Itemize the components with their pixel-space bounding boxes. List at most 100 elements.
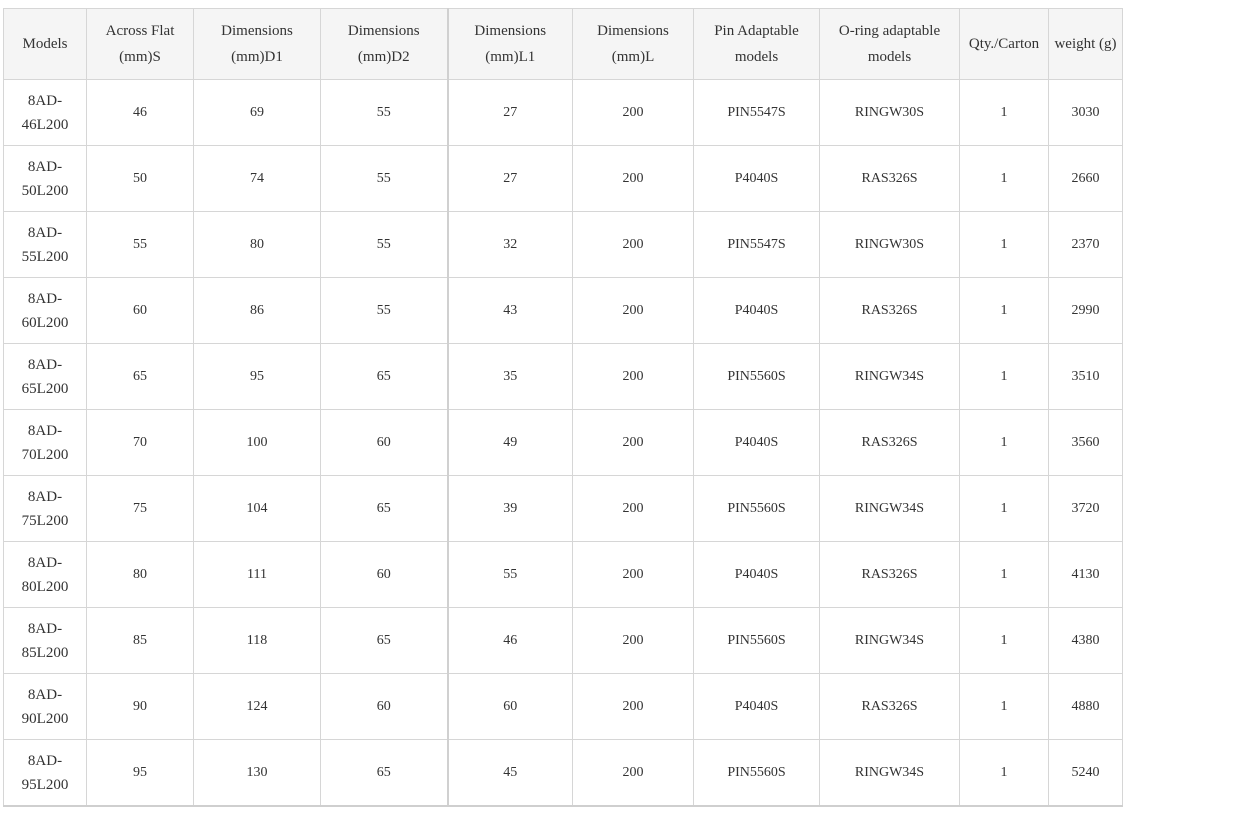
column-header-pin-adaptable-models: Pin Adaptable models <box>693 8 820 80</box>
table-cell-pin-adaptable-models: PIN5560S <box>693 739 820 807</box>
table-cell-pin-adaptable-models: PIN5547S <box>693 211 820 278</box>
table-cell-weight: 2660 <box>1048 145 1123 212</box>
table-cell-qty-carton: 1 <box>959 343 1049 410</box>
table-cell-qty-carton: 1 <box>959 145 1049 212</box>
table-cell-dimensions-l1: 49 <box>446 409 573 476</box>
table-cell-dimensions-d1: 86 <box>193 277 321 344</box>
table-row: 8AD-85L200 85 118 65 46 200 PIN5560S RINGW34S 1 4… <box>3 607 1123 674</box>
table-cell-dimensions-d2: 60 <box>320 409 448 476</box>
table-cell-dimensions-d1: 74 <box>193 145 321 212</box>
table-cell-dimensions-d2: 65 <box>320 607 448 674</box>
table-cell-o-ring-adaptable-models: RINGW30S <box>819 211 960 278</box>
table-cell-weight: 3030 <box>1048 79 1123 146</box>
table-cell-across-flat: 85 <box>86 607 194 674</box>
table-row: 8AD-70L200 70 100 60 49 200 P4040S RAS326S 1 3560 <box>3 409 1123 476</box>
table-cell-across-flat: 46 <box>86 79 194 146</box>
table-row: 8AD-55L200 55 80 55 32 200 PIN5547S RINGW30S 1 23… <box>3 211 1123 278</box>
table-cell-across-flat: 60 <box>86 277 194 344</box>
table-cell-models: 8AD-75L200 <box>3 475 87 542</box>
table-cell-across-flat: 55 <box>86 211 194 278</box>
table-cell-dimensions-l: 200 <box>572 277 694 344</box>
table-row: 8AD-50L200 50 74 55 27 200 P4040S RAS326S 1 2660 <box>3 145 1123 212</box>
table-cell-o-ring-adaptable-models: RAS326S <box>819 673 960 740</box>
table-cell-across-flat: 65 <box>86 343 194 410</box>
column-header-o-ring-adaptable-models: O-ring adaptable models <box>819 8 960 80</box>
table-cell-models: 8AD-46L200 <box>3 79 87 146</box>
table-cell-models: 8AD-65L200 <box>3 343 87 410</box>
table-row: 8AD-60L200 60 86 55 43 200 P4040S RAS326S 1 2990 <box>3 277 1123 344</box>
table-cell-dimensions-l: 200 <box>572 475 694 542</box>
table-cell-dimensions-l1: 43 <box>446 277 573 344</box>
table-row: 8AD-75L200 75 104 65 39 200 PIN5560S RINGW34S 1 3… <box>3 475 1123 542</box>
table-cell-models: 8AD-70L200 <box>3 409 87 476</box>
table-cell-o-ring-adaptable-models: RINGW34S <box>819 739 960 807</box>
header-row: Models Across Flat (mm)S Dimensions (mm)D1… <box>3 8 1123 80</box>
table-cell-pin-adaptable-models: P4040S <box>693 145 820 212</box>
table-cell-o-ring-adaptable-models: RAS326S <box>819 541 960 608</box>
table-row: 8AD-80L200 80 111 60 55 200 P4040S RAS326S 1 4130 <box>3 541 1123 608</box>
table-cell-dimensions-l: 200 <box>572 211 694 278</box>
table-cell-dimensions-l1: 39 <box>446 475 573 542</box>
table-cell-dimensions-l: 200 <box>572 145 694 212</box>
table-cell-weight: 4880 <box>1048 673 1123 740</box>
table-cell-models: 8AD-50L200 <box>3 145 87 212</box>
table-cell-across-flat: 50 <box>86 145 194 212</box>
table-cell-weight: 2990 <box>1048 277 1123 344</box>
table-cell-qty-carton: 1 <box>959 673 1049 740</box>
table-cell-dimensions-d1: 111 <box>193 541 321 608</box>
table-cell-pin-adaptable-models: P4040S <box>693 409 820 476</box>
table-cell-weight: 3510 <box>1048 343 1123 410</box>
table-cell-dimensions-d2: 65 <box>320 739 448 807</box>
table-row: 8AD-65L200 65 95 65 35 200 PIN5560S RINGW34S 1 35… <box>3 343 1123 410</box>
table-cell-pin-adaptable-models: PIN5560S <box>693 343 820 410</box>
table-cell-o-ring-adaptable-models: RINGW30S <box>819 79 960 146</box>
table-cell-dimensions-d1: 104 <box>193 475 321 542</box>
table-cell-o-ring-adaptable-models: RAS326S <box>819 277 960 344</box>
table-body: 8AD-46L200 46 69 55 27 200 PIN5547S RINGW30S 1 30… <box>3 79 1123 807</box>
table-header: Models Across Flat (mm)S Dimensions (mm)D1… <box>3 8 1123 80</box>
table-row: 8AD-90L200 90 124 60 60 200 P4040S RAS326S 1 4880 <box>3 673 1123 740</box>
table-cell-dimensions-l1: 35 <box>446 343 573 410</box>
table-cell-pin-adaptable-models: PIN5560S <box>693 607 820 674</box>
column-header-dimensions-l: Dimensions (mm)L <box>572 8 694 80</box>
table-cell-dimensions-d2: 55 <box>320 145 448 212</box>
table-cell-dimensions-d2: 55 <box>320 79 448 146</box>
table-cell-weight: 4130 <box>1048 541 1123 608</box>
table-cell-dimensions-l1: 46 <box>446 607 573 674</box>
table-cell-weight: 5240 <box>1048 739 1123 807</box>
table-cell-qty-carton: 1 <box>959 475 1049 542</box>
table-cell-o-ring-adaptable-models: RINGW34S <box>819 607 960 674</box>
column-header-models: Models <box>3 8 87 80</box>
column-header-dimensions-l1: Dimensions (mm)L1 <box>446 8 573 80</box>
table-cell-qty-carton: 1 <box>959 79 1049 146</box>
table-cell-o-ring-adaptable-models: RAS326S <box>819 145 960 212</box>
column-header-qty-carton: Qty./Carton <box>959 8 1049 80</box>
table-cell-o-ring-adaptable-models: RINGW34S <box>819 475 960 542</box>
table-cell-weight: 3720 <box>1048 475 1123 542</box>
table-cell-dimensions-d1: 124 <box>193 673 321 740</box>
table-cell-o-ring-adaptable-models: RINGW34S <box>819 343 960 410</box>
table-cell-across-flat: 95 <box>86 739 194 807</box>
table-cell-qty-carton: 1 <box>959 739 1049 807</box>
table-cell-across-flat: 75 <box>86 475 194 542</box>
table-cell-dimensions-l: 200 <box>572 673 694 740</box>
table-row: 8AD-95L200 95 130 65 45 200 PIN5560S RINGW34S 1 5… <box>3 739 1123 807</box>
table-cell-weight: 3560 <box>1048 409 1123 476</box>
table-cell-pin-adaptable-models: P4040S <box>693 673 820 740</box>
spec-table-container: Models Across Flat (mm)S Dimensions (mm)D1… <box>3 8 1123 807</box>
table-row: 8AD-46L200 46 69 55 27 200 PIN5547S RINGW30S 1 30… <box>3 79 1123 146</box>
table-cell-dimensions-l1: 27 <box>446 145 573 212</box>
table-cell-dimensions-l: 200 <box>572 541 694 608</box>
spec-table: Models Across Flat (mm)S Dimensions (mm)D1… <box>3 8 1123 807</box>
table-cell-dimensions-d2: 65 <box>320 475 448 542</box>
table-cell-qty-carton: 1 <box>959 607 1049 674</box>
table-cell-dimensions-l: 200 <box>572 79 694 146</box>
table-cell-models: 8AD-95L200 <box>3 739 87 807</box>
table-cell-dimensions-l1: 32 <box>446 211 573 278</box>
table-cell-pin-adaptable-models: P4040S <box>693 541 820 608</box>
table-cell-models: 8AD-85L200 <box>3 607 87 674</box>
table-cell-dimensions-l: 200 <box>572 607 694 674</box>
table-cell-dimensions-d2: 55 <box>320 277 448 344</box>
table-cell-pin-adaptable-models: PIN5560S <box>693 475 820 542</box>
table-cell-qty-carton: 1 <box>959 409 1049 476</box>
